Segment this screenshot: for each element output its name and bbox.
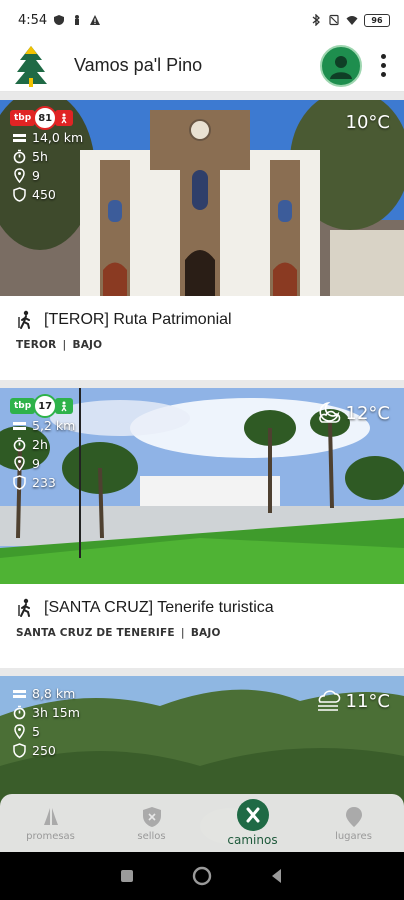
tbp-badge: tbp xyxy=(10,110,36,126)
warning-icon xyxy=(90,15,101,25)
nav-sellos[interactable]: sellos xyxy=(101,794,202,852)
stopwatch-icon xyxy=(13,437,26,451)
moon-cloud-icon xyxy=(318,401,340,423)
seals-value: 233 xyxy=(32,474,56,490)
weather: 12°C xyxy=(314,400,390,426)
seals-value: 450 xyxy=(32,186,56,202)
nav-promesas[interactable]: promesas xyxy=(0,794,101,852)
duration-value: 2h xyxy=(32,436,48,452)
route-number-badge: 17 xyxy=(33,394,58,418)
status-bar: 4:54 96 xyxy=(0,0,404,40)
map-pin-icon xyxy=(345,806,362,827)
weather: 11°C xyxy=(314,688,390,714)
meta-separator: | xyxy=(180,627,185,639)
hiker-icon xyxy=(18,310,30,329)
user-avatar-button[interactable] xyxy=(320,44,362,87)
routes-feed[interactable]: tbp 81 14,0 km 5h 9 450 10°C [TEROR] Rut… xyxy=(0,92,404,852)
route-title[interactable]: [SANTA CRUZ] Tenerife turistica xyxy=(44,599,274,617)
route-card[interactable]: tbp 81 14,0 km 5h 9 450 10°C [TEROR] Rut… xyxy=(0,100,404,380)
location-pin-icon xyxy=(14,723,25,739)
back-icon[interactable] xyxy=(266,865,288,887)
pine-tree-logo xyxy=(15,45,47,87)
route-badges: tbp 17 xyxy=(10,394,74,418)
location-pin-icon xyxy=(14,455,25,471)
hiker-icon xyxy=(18,598,30,617)
route-photo: tbp 81 14,0 km 5h 9 450 10°C xyxy=(0,100,404,296)
nav-label: caminos xyxy=(227,833,278,847)
route-info: [SANTA CRUZ] Tenerife turistica SANTA CR… xyxy=(0,584,404,668)
route-info: [TEROR] Ruta Patrimonial TEROR | BAJO xyxy=(0,296,404,380)
shield-notification-icon xyxy=(54,15,65,25)
battery-icon: 96 xyxy=(364,13,390,27)
nav-lugares[interactable]: lugares xyxy=(303,794,404,852)
route-photo: tbp 17 5,2 km 2h 9 233 12°C xyxy=(0,388,404,584)
tbp-badge: tbp xyxy=(10,398,36,414)
home-icon[interactable] xyxy=(191,865,213,887)
route-number-badge: 81 xyxy=(33,106,58,130)
hiker-badge xyxy=(55,398,74,414)
recents-icon[interactable] xyxy=(116,865,138,887)
route-difficulty: BAJO xyxy=(190,627,221,639)
meta-separator: | xyxy=(62,339,67,351)
route-badges: tbp 81 xyxy=(10,106,74,130)
clock: 4:54 xyxy=(18,12,48,28)
user-icon xyxy=(330,55,352,79)
crossed-paths-icon xyxy=(236,799,269,831)
battery-level: 96 xyxy=(371,15,383,25)
praying-hands-icon xyxy=(43,807,58,825)
duration-value: 5h xyxy=(32,148,48,164)
distance-icon xyxy=(13,133,26,142)
route-town: TEROR xyxy=(16,339,57,351)
distance-value: 8,8 km xyxy=(32,685,76,701)
route-town: SANTA CRUZ DE TENERIFE xyxy=(16,627,175,639)
walker-icon xyxy=(61,401,67,411)
stops-value: 5 xyxy=(32,723,40,739)
stops-value: 9 xyxy=(32,167,40,183)
stops-value: 9 xyxy=(32,455,40,471)
bluetooth-icon xyxy=(312,14,320,26)
stopwatch-icon xyxy=(13,149,26,163)
app-title: Vamos pa'l Pino xyxy=(74,55,203,75)
no-sim-icon xyxy=(329,14,339,26)
route-stats: 8,8 km 3h 15m 5 250 xyxy=(12,684,80,759)
temperature: 12°C xyxy=(345,402,390,424)
route-card[interactable]: tbp 17 5,2 km 2h 9 233 12°C [SANTA CRUZ]… xyxy=(0,388,404,668)
hiker-badge xyxy=(55,110,74,126)
nav-caminos[interactable]: caminos xyxy=(202,794,303,852)
seal-shield-icon xyxy=(13,742,26,758)
bottom-navigation: promesas sellos caminos lugares xyxy=(0,794,404,852)
system-navigation-bar xyxy=(0,852,404,900)
walker-icon xyxy=(61,113,67,123)
temperature: 11°C xyxy=(345,690,390,712)
seal-shield-icon xyxy=(13,186,26,202)
overflow-menu-button[interactable] xyxy=(372,51,394,81)
app-bar: Vamos pa'l Pino xyxy=(0,40,404,92)
stopwatch-icon xyxy=(13,705,26,719)
nav-label: promesas xyxy=(26,830,75,842)
nav-label: lugares xyxy=(335,830,372,842)
person-notification-icon xyxy=(75,15,80,25)
seals-value: 250 xyxy=(32,742,56,758)
route-stats: 5,2 km 2h 9 233 xyxy=(12,416,75,491)
weather: 10°C xyxy=(346,112,390,133)
seal-shield-icon xyxy=(13,474,26,490)
distance-value: 5,2 km xyxy=(32,417,76,433)
route-difficulty: BAJO xyxy=(72,339,103,351)
route-title[interactable]: [TEROR] Ruta Patrimonial xyxy=(44,311,232,329)
distance-icon xyxy=(13,421,26,430)
route-stats: 14,0 km 5h 9 450 xyxy=(12,128,83,203)
wifi-icon xyxy=(346,16,358,25)
shield-seal-icon xyxy=(142,806,161,827)
nav-label: sellos xyxy=(137,830,166,842)
temperature: 10°C xyxy=(345,112,390,133)
duration-value: 3h 15m xyxy=(32,704,80,720)
location-pin-icon xyxy=(14,167,25,183)
distance-value: 14,0 km xyxy=(32,129,84,145)
fog-cloud-icon xyxy=(317,690,340,711)
distance-icon xyxy=(13,689,26,698)
